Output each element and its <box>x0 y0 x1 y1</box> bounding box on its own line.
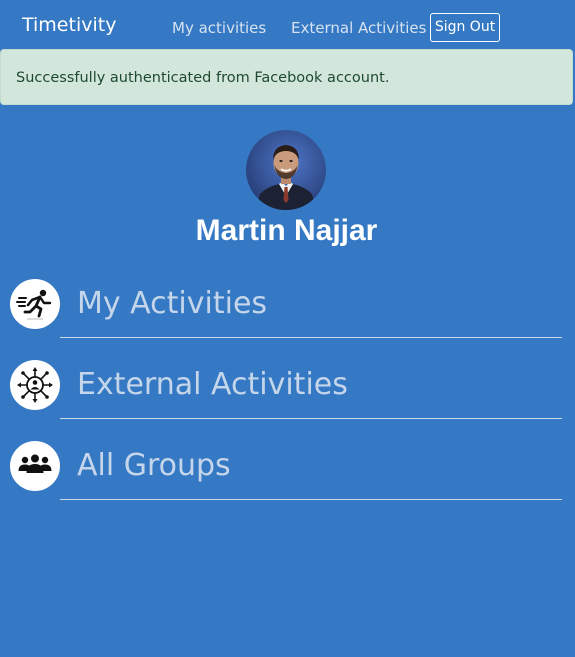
menu-label-all-groups: All Groups <box>77 448 231 483</box>
brand-link[interactable]: Timetivity <box>22 13 116 37</box>
menu-divider <box>60 418 562 419</box>
alert-message: Successfully authenticated from Facebook… <box>16 70 390 86</box>
success-alert: Successfully authenticated from Facebook… <box>0 49 573 105</box>
menu-item-my-activities[interactable]: My Activities <box>0 279 575 349</box>
sign-out-button[interactable]: Sign Out <box>430 13 500 42</box>
user-photo <box>246 130 326 210</box>
running-person-icon <box>10 279 60 329</box>
menu-divider <box>60 499 562 500</box>
menu-item-external-activities[interactable]: External Activities <box>0 360 575 430</box>
navbar: Timetivity My activities External Activi… <box>0 0 575 50</box>
avatar <box>246 130 326 210</box>
network-person-icon <box>10 360 60 410</box>
group-icon <box>10 441 60 491</box>
menu-item-all-groups[interactable]: All Groups <box>0 441 575 511</box>
nav-link-my-activities[interactable]: My activities <box>172 19 266 37</box>
user-name: Martin Najjar <box>195 214 378 247</box>
app-root: Timetivity My activities External Activi… <box>0 0 575 657</box>
menu-label-my-activities: My Activities <box>77 286 268 321</box>
menu-divider <box>60 337 562 338</box>
nav-link-external-activities[interactable]: External Activities <box>291 19 426 37</box>
menu-label-external-activities: External Activities <box>77 367 348 402</box>
